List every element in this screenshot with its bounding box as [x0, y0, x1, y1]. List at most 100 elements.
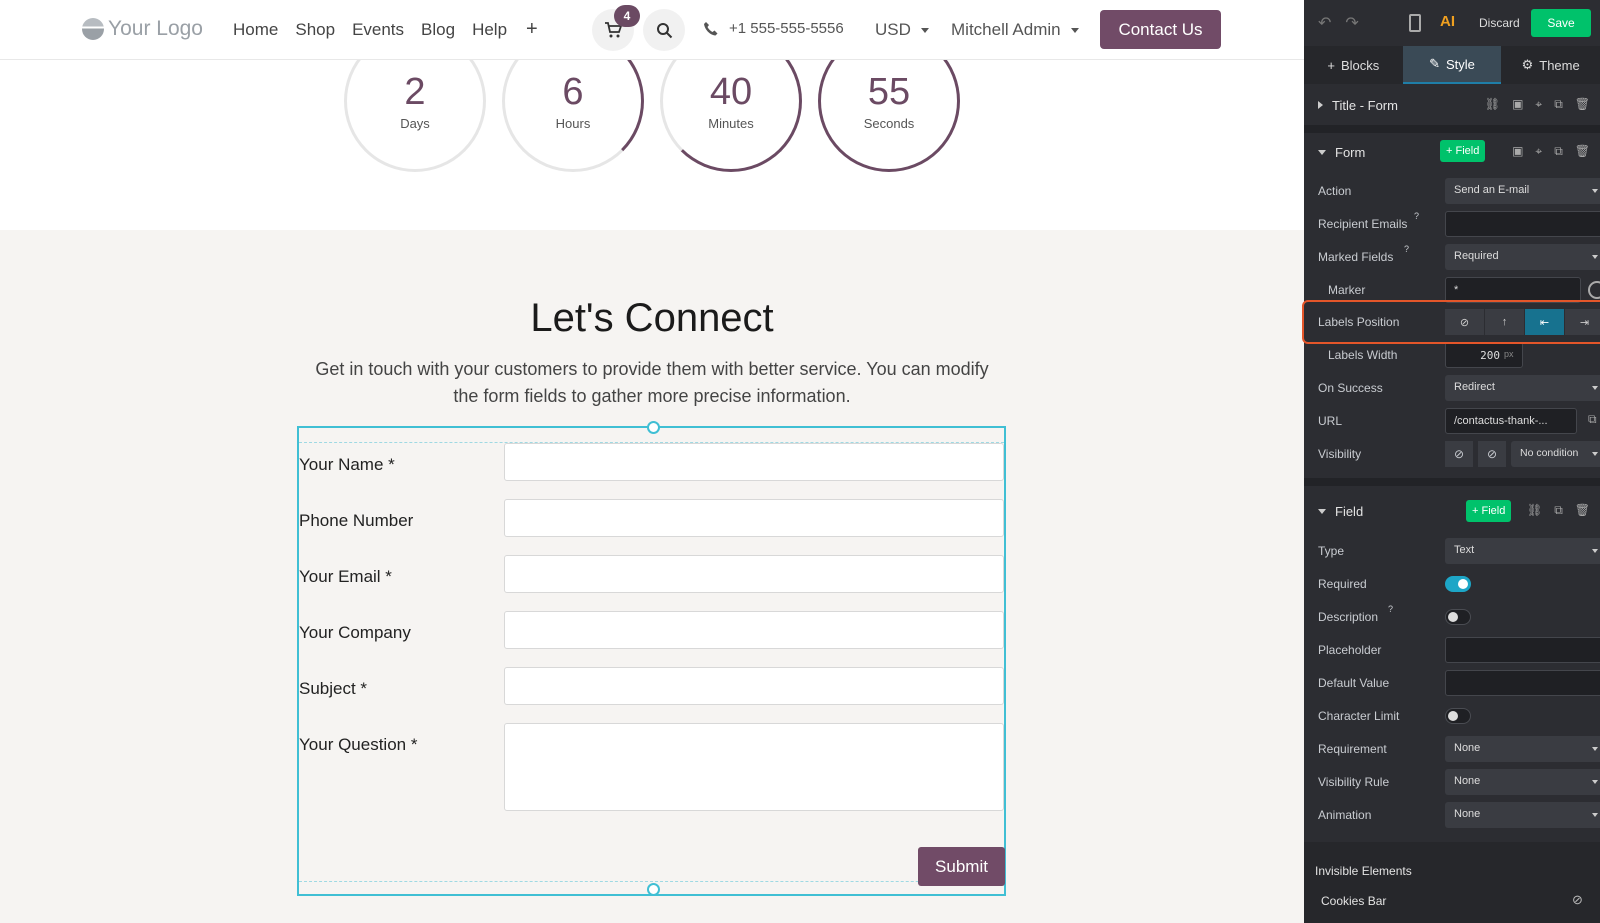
resize-handle-top[interactable] — [647, 421, 660, 434]
save-button[interactable]: Save — [1531, 9, 1591, 37]
add-field-button[interactable]: + Field — [1440, 140, 1486, 162]
invisible-elements: Invisible Elements Cookies Bar ⊘ — [1304, 842, 1600, 923]
nav-shop[interactable]: Shop — [295, 20, 335, 40]
default-value-input[interactable] — [1445, 670, 1600, 696]
tab-theme[interactable]: ⚙ Theme — [1501, 46, 1600, 84]
email-input[interactable] — [504, 555, 1004, 593]
tab-blocks[interactable]: + Blocks — [1304, 46, 1403, 84]
editor-tabs: + Blocks ✎ Style ⚙ Theme — [1304, 46, 1600, 84]
animation-select[interactable]: None — [1445, 802, 1600, 828]
section-title: Let's Connect — [530, 296, 774, 340]
marker-label: Marker — [1328, 283, 1366, 297]
discard-button[interactable]: Discard — [1479, 16, 1520, 30]
field-label: Your Question * — [299, 735, 418, 754]
trash-icon[interactable]: 🗑 — [1575, 503, 1590, 518]
nav-home[interactable]: Home — [233, 20, 278, 40]
field-label: Subject * — [299, 679, 368, 698]
external-link-icon[interactable]: ⧉ — [1588, 412, 1597, 427]
nav-help[interactable]: Help — [472, 20, 507, 40]
duplicate-icon[interactable]: ⧉ — [1554, 144, 1563, 159]
site-logo[interactable]: Your Logo — [82, 17, 203, 41]
resize-handle-bottom[interactable] — [647, 883, 660, 896]
plus-icon: + — [1327, 57, 1335, 73]
field-label: Your Name * — [299, 455, 395, 474]
requirement-select[interactable]: None — [1445, 736, 1600, 762]
submit-button[interactable]: Submit — [918, 847, 1005, 886]
section-tools: ⛓ ▣ ⌖ ⧉ 🗑 — [1485, 97, 1590, 112]
phone-input[interactable] — [504, 499, 1004, 537]
nav-events[interactable]: Events — [352, 20, 404, 40]
recipient-emails-input[interactable] — [1445, 211, 1600, 237]
ai-icon[interactable]: AI — [1440, 13, 1455, 30]
link-icon[interactable]: ⛓ — [1527, 503, 1542, 518]
link-icon[interactable]: ⛓ — [1485, 97, 1500, 112]
contact-form[interactable]: Your Name * Phone Number Your Email * Yo… — [297, 421, 1006, 896]
hide-desktop-icon[interactable]: ⊘ — [1445, 441, 1473, 467]
url-input[interactable]: /contactus-thank-... — [1445, 408, 1577, 434]
name-input[interactable] — [504, 443, 1004, 481]
duplicate-icon[interactable]: ⧉ — [1554, 503, 1563, 518]
action-select[interactable]: Send an E-mail — [1445, 178, 1600, 204]
phone-icon — [704, 21, 718, 35]
help-icon: ? — [1404, 244, 1410, 254]
color-picker-icon[interactable] — [1588, 281, 1600, 299]
visibility-rule-label: Visibility Rule — [1318, 775, 1390, 789]
section-label: Field — [1335, 503, 1364, 519]
nav-blog[interactable]: Blog — [421, 20, 455, 40]
duplicate-icon[interactable]: ⧉ — [1554, 97, 1563, 112]
labels-position-highlight — [1302, 300, 1600, 344]
visibility-rule-row: Visibility Rule None — [1318, 769, 1600, 795]
focus-icon[interactable]: ⌖ — [1535, 97, 1542, 112]
field-label: Phone Number — [299, 511, 414, 530]
countdown-unit: Hours — [555, 115, 591, 131]
add-field-button[interactable]: + Field — [1466, 500, 1512, 522]
description-toggle[interactable] — [1445, 609, 1471, 625]
countdown-value: 40 — [709, 70, 753, 113]
marked-fields-label: Marked Fields — [1318, 250, 1394, 264]
cart-count-badge: 4 — [614, 5, 640, 27]
section-field[interactable]: Field ⛓ ⧉ 🗑 — [1304, 493, 1600, 529]
redo-icon[interactable]: ↷ — [1345, 13, 1358, 33]
cookies-bar-item[interactable]: Cookies Bar — [1321, 894, 1386, 908]
phone-link[interactable]: +1 555-555-5556 — [703, 20, 844, 37]
chevron-down-icon — [1318, 149, 1326, 155]
on-success-select[interactable]: Redirect — [1445, 375, 1600, 401]
contact-us-button[interactable]: Contact Us — [1100, 10, 1221, 49]
chevron-right-icon — [1318, 101, 1323, 109]
subject-input[interactable] — [504, 667, 1004, 705]
mobile-preview-icon[interactable] — [1409, 14, 1421, 32]
search-button[interactable] — [643, 9, 685, 51]
eye-slash-icon[interactable]: ⊘ — [1572, 892, 1583, 908]
placeholder-input[interactable] — [1445, 637, 1600, 663]
hide-mobile-icon[interactable]: ⊘ — [1478, 441, 1506, 467]
required-toggle[interactable] — [1445, 576, 1471, 592]
visibility-rule-select[interactable]: None — [1445, 769, 1600, 795]
character-limit-toggle[interactable] — [1445, 708, 1471, 724]
focus-icon[interactable]: ⌖ — [1535, 144, 1542, 159]
currency-value: USD — [875, 20, 911, 39]
company-input[interactable] — [504, 611, 1004, 649]
section-title-form[interactable]: Title - Form ⛓ ▣ ⌖ ⧉ 🗑 — [1304, 87, 1600, 123]
trash-icon[interactable]: 🗑 — [1575, 144, 1590, 159]
save-block-icon[interactable]: ▣ — [1512, 97, 1523, 112]
question-textarea[interactable] — [504, 723, 1004, 811]
description-row: Description ? — [1318, 604, 1590, 630]
form-body: Your Name * Phone Number Your Email * Yo… — [299, 442, 1005, 886]
currency-selector[interactable]: USD — [875, 20, 929, 40]
cart-button[interactable]: 4 — [592, 5, 640, 51]
undo-icon[interactable]: ↶ — [1318, 13, 1331, 33]
user-menu[interactable]: Mitchell Admin — [951, 20, 1079, 40]
placeholder-row: Placeholder — [1318, 637, 1600, 663]
countdown-unit: Days — [400, 115, 430, 131]
visibility-select[interactable]: No condition — [1511, 441, 1600, 467]
default-value-label: Default Value — [1318, 676, 1390, 690]
save-block-icon[interactable]: ▣ — [1512, 144, 1523, 159]
type-row: Type Text — [1318, 538, 1600, 564]
marked-fields-select[interactable]: Required — [1445, 244, 1600, 270]
add-menu-icon[interactable]: + — [526, 19, 538, 40]
type-select[interactable]: Text — [1445, 538, 1600, 564]
trash-icon[interactable]: 🗑 — [1575, 97, 1590, 112]
requirement-row: Requirement None — [1318, 736, 1600, 762]
field-label: Your Email * — [299, 567, 392, 586]
tab-style[interactable]: ✎ Style — [1402, 46, 1502, 84]
